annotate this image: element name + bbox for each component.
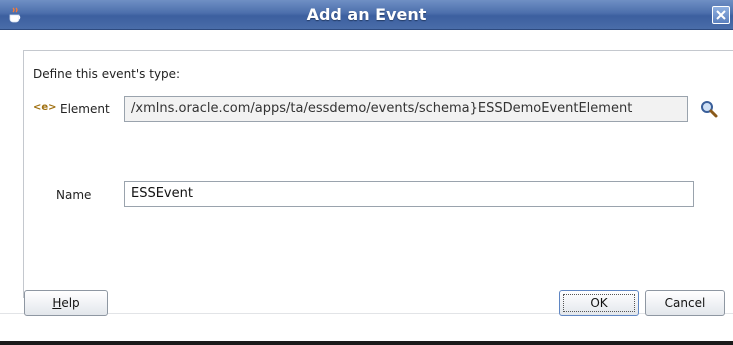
focus-ring: [563, 294, 635, 312]
section-label: Define this event's type:: [33, 67, 181, 81]
help-label-rest: elp: [61, 296, 80, 310]
ok-button[interactable]: OK: [559, 290, 639, 316]
xml-element-icon: <e>: [33, 102, 57, 113]
element-label: Element: [60, 102, 110, 116]
help-button[interactable]: Help: [24, 290, 108, 316]
close-button[interactable]: [712, 6, 730, 24]
help-mnemonic: H: [52, 296, 62, 310]
close-icon: [716, 10, 726, 20]
window-bottom-border: [0, 341, 733, 345]
element-field[interactable]: /xmlns.oracle.com/apps/ta/essdemo/events…: [124, 96, 688, 122]
add-event-dialog: Add an Event Define this event's type: <…: [0, 0, 733, 345]
cancel-label: Cancel: [664, 296, 706, 310]
name-input[interactable]: ESSEvent: [124, 181, 694, 207]
title-bar[interactable]: Add an Event: [0, 0, 733, 30]
dialog-title: Add an Event: [306, 5, 427, 24]
cancel-button[interactable]: Cancel: [645, 290, 725, 316]
name-label: Name: [56, 188, 92, 202]
magnifier-icon[interactable]: [699, 99, 719, 119]
form-panel: [23, 50, 733, 298]
